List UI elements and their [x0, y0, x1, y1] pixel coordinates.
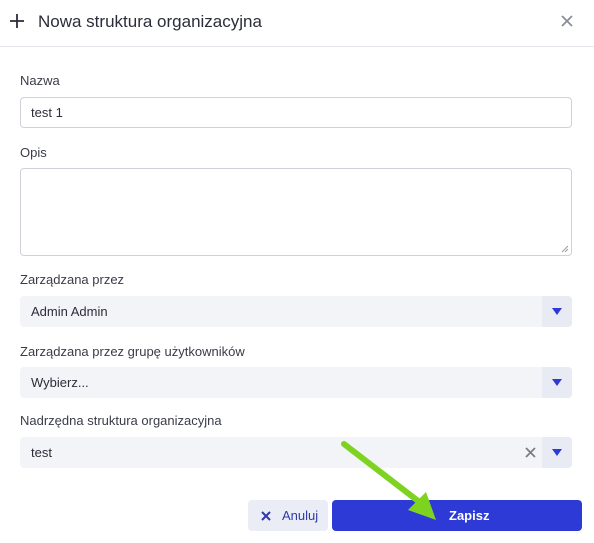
- managed-by-group-label: Zarządzana przez grupę użytkowników: [20, 344, 245, 359]
- save-button-label: Zapisz: [449, 508, 490, 523]
- description-textarea[interactable]: [20, 168, 572, 256]
- dialog-title: Nowa struktura organizacyjna: [38, 12, 262, 31]
- caret-down-icon: [552, 449, 562, 456]
- managed-by-dropdown-toggle[interactable]: [542, 296, 572, 327]
- managed-by-label: Zarządzana przez: [20, 272, 125, 287]
- resize-grip-icon[interactable]: [560, 244, 569, 253]
- name-label: Nazwa: [20, 73, 60, 88]
- close-icon: [261, 511, 271, 521]
- close-icon[interactable]: [560, 14, 574, 28]
- description-label: Opis: [20, 145, 47, 160]
- parent-structure-select[interactable]: test: [20, 437, 572, 468]
- parent-structure-dropdown-toggle[interactable]: [542, 437, 572, 468]
- managed-by-group-value: Wybierz...: [31, 375, 89, 390]
- name-input[interactable]: test 1: [20, 97, 572, 128]
- plus-icon: [10, 14, 24, 28]
- clear-selection-icon[interactable]: [525, 447, 536, 458]
- managed-by-value: Admin Admin: [31, 304, 108, 319]
- dialog-header: Nowa struktura organizacyjna: [0, 0, 594, 47]
- parent-structure-value: test: [31, 445, 52, 460]
- managed-by-group-select[interactable]: Wybierz...: [20, 367, 572, 398]
- managed-by-select[interactable]: Admin Admin: [20, 296, 572, 327]
- caret-down-icon: [552, 379, 562, 386]
- parent-structure-label: Nadrzędna struktura organizacyjna: [20, 413, 222, 428]
- managed-by-group-dropdown-toggle[interactable]: [542, 367, 572, 398]
- caret-down-icon: [552, 308, 562, 315]
- cancel-button[interactable]: Anuluj: [248, 500, 328, 531]
- save-button[interactable]: Zapisz: [332, 500, 582, 531]
- cancel-button-label: Anuluj: [282, 508, 319, 523]
